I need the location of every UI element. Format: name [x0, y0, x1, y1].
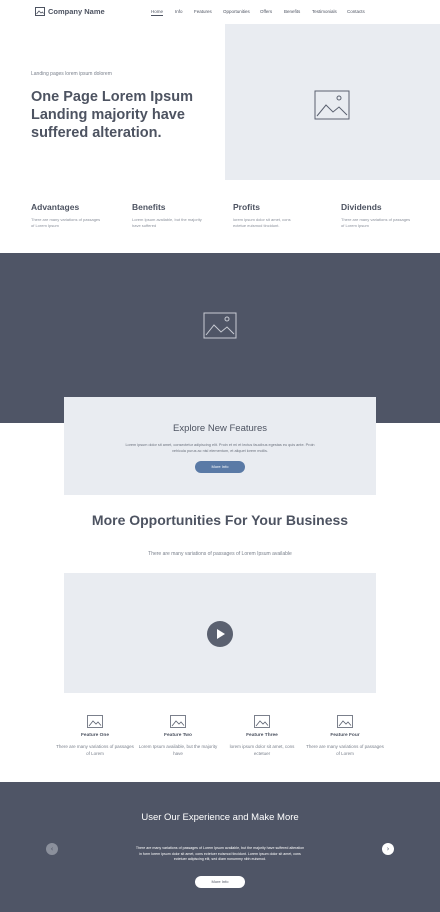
feature-four-text: There are many variations of passages of… — [306, 744, 384, 756]
explore-more-info-button[interactable]: More Info — [195, 461, 245, 473]
column-title-dividends: Dividends — [341, 202, 382, 212]
logo-icon[interactable] — [35, 7, 45, 16]
image-placeholder-icon — [203, 312, 237, 339]
opportunities-title: More Opportunities For Your Business — [91, 512, 349, 528]
nav-testimonials[interactable]: Testimonials — [312, 9, 337, 14]
hero-title: One Page Lorem Ipsum Landing majority ha… — [31, 89, 193, 141]
hero-subtitle: Landing pages lorem ipsum dolorem — [31, 71, 112, 77]
feature-three-title: Feature Three — [246, 733, 278, 738]
feature-two-icon — [170, 715, 186, 728]
feature-two-title: Feature Two — [164, 733, 192, 738]
feature-one-text: There are many variations of passages of… — [56, 744, 134, 756]
column-text-benefits: Lorem Ipsum available, but the majority … — [132, 217, 202, 228]
nav-opportunities[interactable]: Opportunities — [223, 9, 250, 14]
nav-features[interactable]: Features — [194, 9, 212, 14]
testimonials-title: User Our Experience and Make More — [141, 812, 299, 823]
column-title-benefits: Benefits — [132, 202, 166, 212]
column-text-profits: lorem ipsum dolor sit amet, cons ectetue… — [233, 217, 291, 228]
column-text-dividends: There are many variations of passages of… — [341, 217, 411, 228]
column-title-profits: Profits — [233, 202, 260, 212]
feature-one-icon — [87, 715, 103, 728]
nav-home[interactable]: Home — [151, 9, 164, 16]
explore-text: Lorem ipsum dolor sit amet, consectetur … — [125, 443, 315, 453]
column-title-advantages: Advantages — [31, 202, 80, 212]
testimonials-text: There are many variations of passages of… — [135, 846, 305, 861]
explore-title: Explore New Features — [173, 423, 267, 434]
feature-two-text: Lorem Ipsum available, but the majority … — [138, 744, 218, 756]
nav-offers[interactable]: Offers — [260, 9, 272, 14]
column-text-advantages: There are many variations of passages of… — [31, 217, 101, 228]
feature-three-icon — [254, 715, 270, 728]
top-navbar: Company Name Home Info Features Opportun… — [0, 0, 440, 24]
opportunities-subtitle: There are many variations of passages of… — [148, 551, 292, 557]
feature-four-icon — [337, 715, 353, 728]
play-icon — [217, 629, 225, 639]
testimonials-more-info-button[interactable]: More Info — [195, 876, 245, 888]
nav-info[interactable]: Info — [175, 9, 183, 14]
feature-three-text: lorem ipsum dolor sit amet, cons ectetue… — [229, 744, 295, 756]
chevron-left-icon[interactable]: ‹ — [46, 843, 58, 855]
feature-one-title: Feature One — [81, 733, 109, 738]
chevron-right-icon[interactable]: › — [382, 843, 394, 855]
nav-contacts[interactable]: Contacts — [347, 9, 365, 14]
nav-benefits[interactable]: Benefits — [284, 9, 300, 14]
image-placeholder-icon — [314, 90, 350, 120]
hero-image-placeholder — [225, 24, 440, 180]
brand-name[interactable]: Company Name — [48, 7, 105, 16]
feature-four-title: Feature Four — [330, 733, 360, 738]
